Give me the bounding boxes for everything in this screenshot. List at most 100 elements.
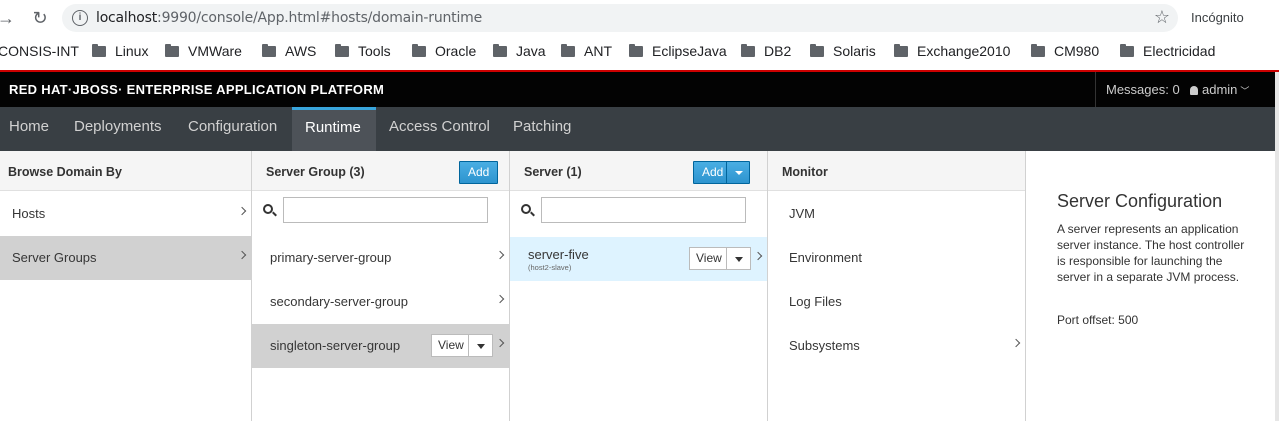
bookmark-item[interactable]: AWS — [262, 43, 316, 59]
tab-runtime[interactable]: Runtime — [292, 107, 376, 151]
brand-bar: RED HAT·JBOSS· ENTERPRISE APPLICATION PL… — [0, 72, 1275, 107]
bookmark-item[interactable]: Java — [493, 43, 546, 59]
add-server-group-button[interactable]: Add — [459, 161, 499, 184]
folder-icon — [262, 44, 276, 57]
folder-icon — [165, 44, 179, 57]
bookmark-item[interactable]: EclipseJava — [629, 43, 727, 59]
tab-access-control[interactable]: Access Control — [389, 107, 490, 151]
server-column: Server (1) Add server-five (host2-slave)… — [510, 151, 768, 421]
list-item-server-five[interactable]: server-five (host2-slave) View — [510, 237, 767, 281]
tab-configuration[interactable]: Configuration — [188, 107, 277, 151]
list-item-label: Environment — [789, 250, 862, 265]
list-item-hosts[interactable]: Hosts — [0, 192, 251, 236]
bookmark-star-icon[interactable]: ☆ — [1154, 7, 1170, 28]
view-dropdown-toggle[interactable] — [726, 247, 751, 270]
chevron-right-icon — [495, 338, 505, 348]
bookmark-label: EclipseJava — [652, 43, 727, 59]
list-item-server-groups[interactable]: Server Groups — [0, 236, 251, 280]
chevron-right-icon — [495, 250, 505, 260]
tab-deployments[interactable]: Deployments — [74, 107, 162, 151]
port-offset: Port offset: 500 — [1057, 313, 1139, 327]
tab-patching[interactable]: Patching — [513, 107, 571, 151]
bookmark-item[interactable]: Electricidad — [1120, 43, 1215, 59]
server-group-filter-input[interactable] — [283, 197, 488, 223]
folder-icon — [92, 44, 106, 57]
tab-home[interactable]: Home — [9, 107, 49, 151]
list-item-singleton-server-group[interactable]: singleton-server-group View — [252, 324, 509, 368]
list-item-log-files[interactable]: Log Files — [768, 280, 1025, 324]
list-item-label: Log Files — [789, 294, 842, 309]
bookmark-item[interactable]: CONSIS-INT — [0, 43, 79, 59]
monitor-column: Monitor JVM Environment Log Files Subsys… — [768, 151, 1026, 421]
folder-icon — [493, 44, 507, 57]
list-item-label: secondary-server-group — [270, 294, 409, 309]
chevron-right-icon — [237, 250, 247, 260]
url-path: :9990/console/App.html#hosts/domain-runt… — [157, 10, 482, 26]
bookmark-item[interactable]: VMWare — [165, 43, 242, 59]
folder-icon — [1031, 44, 1045, 57]
add-server-dropdown-toggle[interactable] — [726, 161, 750, 184]
bookmark-label: ANT — [584, 43, 612, 59]
bookmark-label: DB2 — [764, 43, 792, 59]
info-icon[interactable]: i — [72, 10, 88, 26]
column-header: Server Group (3) Add — [252, 151, 509, 191]
bookmark-label: Java — [516, 43, 546, 59]
view-button[interactable]: View — [689, 247, 727, 270]
url-text: localhost:9990/console/App.html#hosts/do… — [96, 10, 482, 26]
user-icon — [1190, 86, 1198, 95]
server-host: (host2-slave) — [528, 263, 572, 272]
folder-icon — [810, 44, 824, 57]
forward-icon[interactable]: → — [0, 6, 18, 30]
view-dropdown-toggle[interactable] — [468, 334, 493, 357]
address-bar[interactable]: i localhost:9990/console/App.html#hosts/… — [62, 4, 1178, 32]
folder-icon — [894, 44, 908, 57]
list-item-subsystems[interactable]: Subsystems — [768, 324, 1025, 368]
bookmark-label: Tools — [358, 43, 391, 59]
list-item-label: Server Groups — [12, 250, 97, 265]
list-item-label: JVM — [789, 206, 815, 221]
server-group-column: Server Group (3) Add primary-server-grou… — [252, 151, 510, 421]
bookmark-item[interactable]: Oracle — [412, 43, 476, 59]
brand-logo: RED HAT·JBOSS· ENTERPRISE APPLICATION PL… — [9, 82, 385, 97]
messages-link[interactable]: Messages: 0 — [1095, 72, 1180, 107]
bookmark-item[interactable]: Tools — [335, 43, 391, 59]
column-header: Monitor — [768, 151, 1025, 191]
incognito-label: Incógnito — [1191, 10, 1244, 25]
list-item-primary-server-group[interactable]: primary-server-group — [252, 236, 509, 280]
bookmark-item[interactable]: ANT — [561, 43, 612, 59]
folder-icon — [629, 44, 643, 57]
bookmark-label: Exchange2010 — [917, 43, 1011, 59]
folder-icon — [335, 44, 349, 57]
bookmark-item[interactable]: Solaris — [810, 43, 876, 59]
column-title: Monitor — [782, 165, 828, 179]
bookmark-item[interactable]: CM980 — [1031, 43, 1099, 59]
user-name: admin — [1202, 82, 1238, 97]
chevron-right-icon — [495, 294, 505, 304]
folder-icon — [1120, 44, 1134, 57]
list-item-environment[interactable]: Environment — [768, 236, 1025, 280]
list-item-label: Hosts — [12, 206, 46, 221]
browser-toolbar: → ↻ i localhost:9990/console/App.html#ho… — [0, 0, 1279, 36]
list-item-label: Subsystems — [789, 338, 860, 353]
bookmark-item[interactable]: Exchange2010 — [894, 43, 1010, 59]
bookmark-label: Electricidad — [1143, 43, 1216, 59]
server-name: server-five — [528, 247, 589, 262]
bookmark-label: Linux — [115, 43, 149, 59]
server-filter-input[interactable] — [541, 197, 746, 223]
column-title: Server (1) — [524, 165, 582, 179]
bookmark-item[interactable]: Linux — [92, 43, 148, 59]
list-item-jvm[interactable]: JVM — [768, 192, 1025, 236]
view-button[interactable]: View — [431, 334, 469, 357]
bookmark-item[interactable]: DB2 — [741, 43, 791, 59]
preview-pane: Server Configuration A server represents… — [1026, 151, 1275, 421]
reload-icon[interactable]: ↻ — [28, 6, 52, 30]
bookmark-label: Solaris — [833, 43, 876, 59]
chevron-down-icon: ﹀ — [1240, 86, 1250, 96]
search-icon — [263, 204, 273, 214]
folder-icon — [412, 44, 426, 57]
main-nav: Home Deployments Configuration Runtime A… — [0, 107, 1275, 151]
user-menu[interactable]: admin ﹀ — [1190, 72, 1249, 107]
scrollbar[interactable] — [1275, 72, 1279, 421]
list-item-secondary-server-group[interactable]: secondary-server-group — [252, 280, 509, 324]
search-icon — [521, 204, 531, 214]
